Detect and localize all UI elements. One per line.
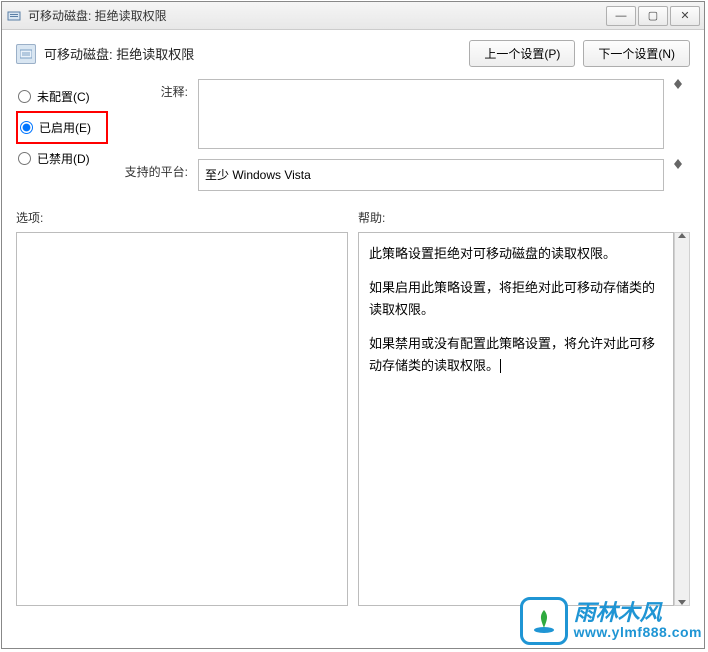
help-para-2: 如果禁用或没有配置此策略设置，将允许对此可移动存储类的读取权限。	[369, 333, 663, 377]
maximize-button[interactable]: ▢	[638, 6, 668, 26]
radio-enabled[interactable]: 已启用(E)	[16, 111, 108, 144]
comment-row: 注释:	[120, 79, 690, 149]
help-wrap: 此策略设置拒绝对可移动磁盘的读取权限。 如果启用此策略设置，将拒绝对此可移动存储…	[358, 232, 690, 606]
radio-disabled-label: 已禁用(D)	[37, 150, 90, 167]
scroll-up-icon[interactable]	[678, 233, 686, 238]
radio-disabled[interactable]: 已禁用(D)	[16, 144, 108, 173]
titlebar: 可移动磁盘: 拒绝读取权限 — ▢ ✕	[2, 2, 704, 30]
platform-label: 支持的平台:	[120, 159, 188, 180]
radio-enabled-label: 已启用(E)	[39, 119, 91, 136]
window-controls: — ▢ ✕	[604, 6, 700, 26]
watermark-url: www.ylmf888.com	[574, 625, 702, 640]
scroll-down-icon	[674, 164, 682, 169]
close-button[interactable]: ✕	[670, 6, 700, 26]
dialog-window: 可移动磁盘: 拒绝读取权限 — ▢ ✕ 可移动磁盘: 拒绝读取权限 上一个设置(…	[1, 1, 705, 649]
minimize-button[interactable]: —	[606, 6, 636, 26]
config-row: 未配置(C) 已启用(E) 已禁用(D) 注释:	[16, 79, 690, 191]
scroll-down-icon	[674, 84, 682, 89]
platform-row: 支持的平台: 至少 Windows Vista	[120, 159, 690, 191]
window-title: 可移动磁盘: 拒绝读取权限	[28, 7, 604, 24]
watermark-cn: 雨林木风	[574, 601, 702, 625]
help-para-1: 如果启用此策略设置，将拒绝对此可移动存储类的读取权限。	[369, 277, 663, 321]
options-label: 选项:	[16, 209, 348, 226]
options-box[interactable]	[16, 232, 348, 606]
comment-label: 注释:	[120, 79, 188, 100]
help-panel: 帮助: 此策略设置拒绝对可移动磁盘的读取权限。 如果启用此策略设置，将拒绝对此可…	[358, 209, 690, 606]
options-panel: 选项:	[16, 209, 348, 606]
nav-buttons: 上一个设置(P) 下一个设置(N)	[469, 40, 690, 67]
help-scrollbar[interactable]	[674, 232, 690, 606]
comment-scroll	[674, 79, 690, 89]
radio-disabled-input[interactable]	[18, 152, 31, 165]
lower-area: 选项: 帮助: 此策略设置拒绝对可移动磁盘的读取权限。 如果启用此策略设置，将拒…	[16, 209, 690, 606]
radio-not-configured[interactable]: 未配置(C)	[16, 82, 108, 111]
next-setting-button[interactable]: 下一个设置(N)	[583, 40, 690, 67]
header-row: 可移动磁盘: 拒绝读取权限 上一个设置(P) 下一个设置(N)	[16, 40, 690, 67]
fields-column: 注释: 支持的平台: 至少 Windows Vista	[120, 79, 690, 191]
watermark-logo-icon	[520, 597, 568, 645]
policy-icon	[16, 44, 36, 64]
radio-group: 未配置(C) 已启用(E) 已禁用(D)	[16, 79, 108, 191]
radio-not-configured-input[interactable]	[18, 90, 31, 103]
platform-value: 至少 Windows Vista	[198, 159, 664, 191]
watermark: 雨林木风 www.ylmf888.com	[520, 597, 702, 645]
comment-input[interactable]	[198, 79, 664, 149]
help-label: 帮助:	[358, 209, 690, 226]
content-area: 可移动磁盘: 拒绝读取权限 上一个设置(P) 下一个设置(N) 未配置(C) 已…	[2, 30, 704, 648]
watermark-text: 雨林木风 www.ylmf888.com	[574, 601, 702, 641]
help-box[interactable]: 此策略设置拒绝对可移动磁盘的读取权限。 如果启用此策略设置，将拒绝对此可移动存储…	[358, 232, 674, 606]
radio-not-configured-label: 未配置(C)	[37, 88, 90, 105]
app-icon	[6, 8, 22, 24]
help-para-0: 此策略设置拒绝对可移动磁盘的读取权限。	[369, 243, 663, 265]
platform-scroll	[674, 159, 690, 169]
radio-enabled-input[interactable]	[20, 121, 33, 134]
policy-title: 可移动磁盘: 拒绝读取权限	[44, 44, 469, 63]
prev-setting-button[interactable]: 上一个设置(P)	[469, 40, 575, 67]
